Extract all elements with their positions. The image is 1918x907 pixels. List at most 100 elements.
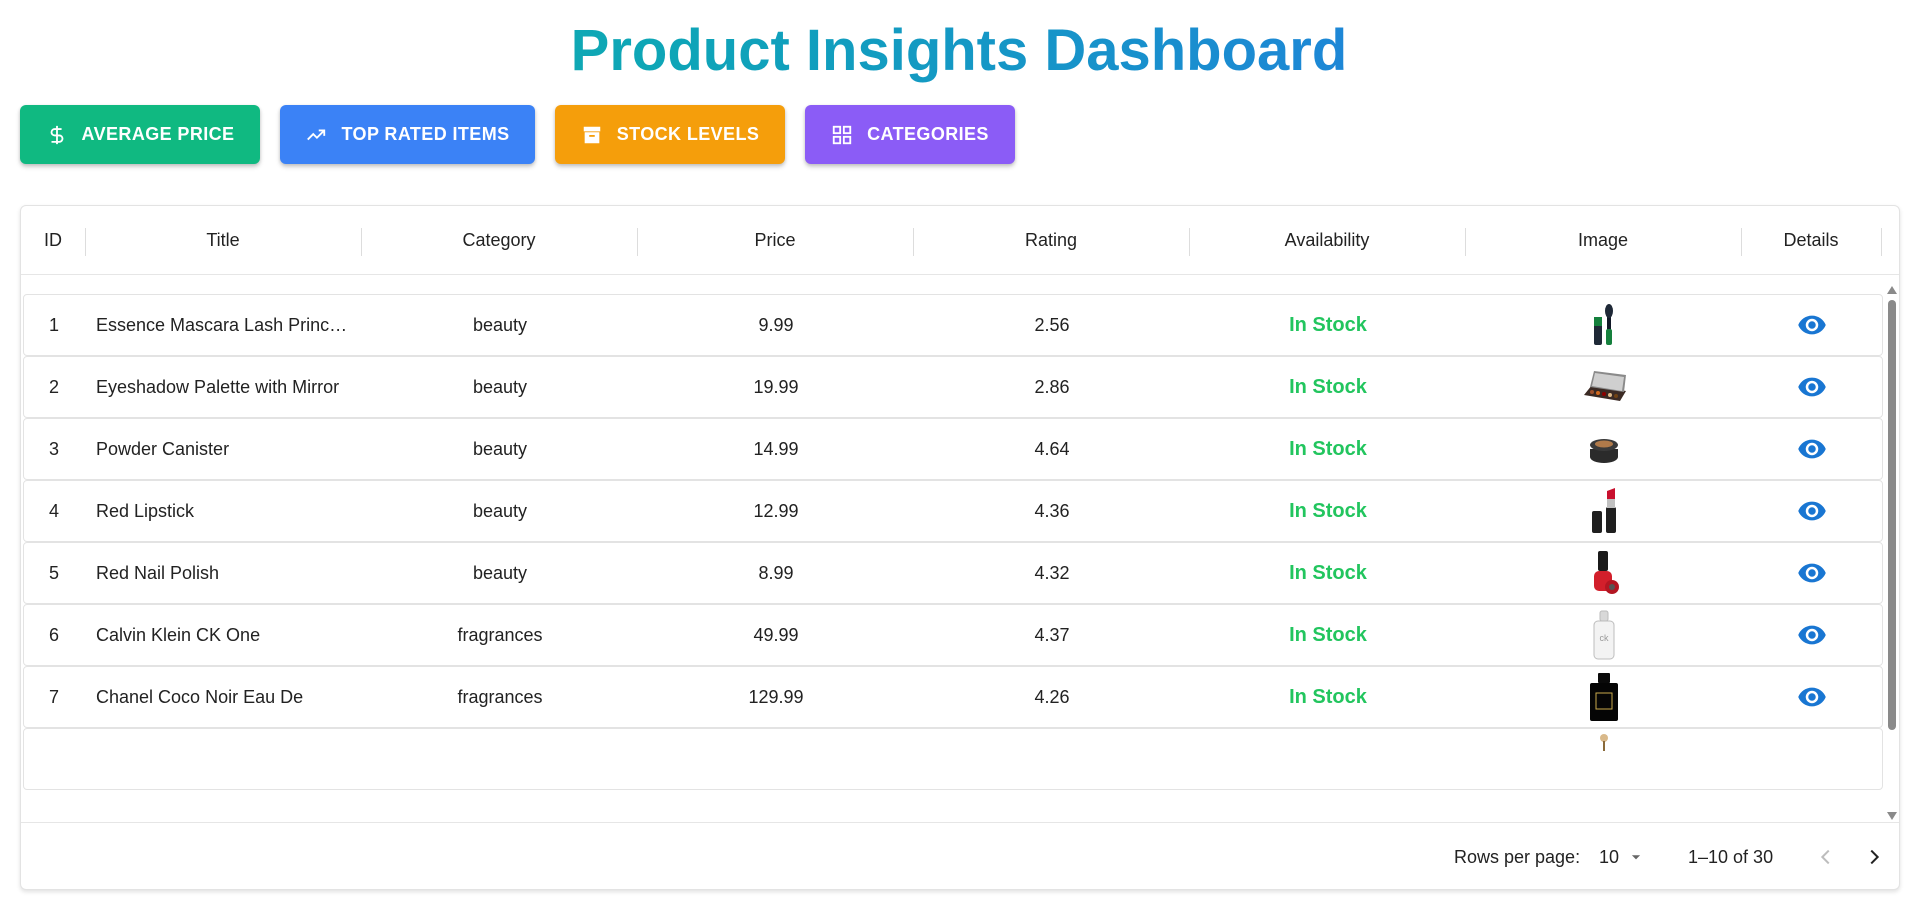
cell-title: Red Nail Polish [96, 562, 220, 583]
cell-price: 8.99 [758, 562, 794, 583]
view-details-eye-icon[interactable] [1797, 310, 1827, 340]
cell-id: 1 [48, 314, 59, 335]
table-row[interactable]: 2 Eyeshadow Palette with Mirror beauty 1… [23, 356, 1883, 418]
top-rated-items-button[interactable]: TOP RATED ITEMS [280, 105, 535, 164]
stock-levels-button[interactable]: STOCK LEVELS [555, 105, 785, 164]
grid-body[interactable]: 1 Essence Mascara Lash Princ… beauty 9.9… [21, 282, 1883, 812]
cell-details [1742, 667, 1882, 727]
categories-button[interactable]: CATEGORIES [805, 105, 1015, 164]
cell-id: 5 [48, 562, 59, 583]
cell-category: fragrances [457, 686, 543, 707]
cell-rating: 4.64 [1034, 438, 1070, 459]
cell-availability: In Stock [1289, 375, 1367, 398]
cell-rating: 4.36 [1034, 500, 1070, 521]
coco-noir-bottle-thumbnail [1590, 673, 1618, 721]
table-row[interactable] [23, 728, 1883, 790]
cell-title: Eyeshadow Palette with Mirror [96, 376, 340, 397]
table-row[interactable]: 5 Red Nail Polish beauty 8.99 4.32 In St… [23, 542, 1883, 604]
cell-details [1742, 481, 1882, 541]
products-data-grid: ID Title Category Price Rating Availabil… [20, 205, 1900, 890]
svg-text:ck: ck [1600, 633, 1610, 643]
cell-id: 3 [48, 438, 59, 459]
stock-levels-label: STOCK LEVELS [616, 124, 760, 144]
view-details-eye-icon[interactable] [1797, 496, 1827, 526]
cell-title: Red Lipstick [96, 500, 195, 521]
table-row[interactable]: 1 Essence Mascara Lash Princ… beauty 9.9… [23, 294, 1883, 356]
cell-title: Powder Canister [96, 438, 230, 459]
pagination-range: 1–10 of 30 [1688, 846, 1774, 867]
trending-up-icon [307, 129, 326, 140]
cell-category: beauty [472, 376, 528, 397]
cell-price: 49.99 [753, 624, 799, 645]
cell-image: ck [1466, 605, 1742, 665]
cell-details [1742, 357, 1882, 417]
cell-title: Calvin Klein CK One [96, 624, 261, 645]
dollar-icon [50, 125, 63, 144]
cell-availability: In Stock [1289, 561, 1367, 584]
cell-price: 9.99 [758, 314, 794, 335]
column-header-rating[interactable]: Rating [913, 206, 1189, 274]
grid-header: ID Title Category Price Rating Availabil… [21, 206, 1899, 275]
scrollbar-thumb[interactable] [1888, 300, 1896, 730]
view-details-eye-icon[interactable] [1797, 682, 1827, 712]
archive-icon [583, 126, 600, 143]
vertical-scrollbar[interactable] [1885, 282, 1899, 822]
table-row[interactable]: 4 Red Lipstick beauty 12.99 4.36 In Stoc… [23, 480, 1883, 542]
ck-one-bottle-thumbnail: ck [1593, 610, 1615, 660]
cell-category: fragrances [457, 624, 543, 645]
column-header-category[interactable]: Category [361, 206, 637, 274]
cell-category: beauty [472, 314, 528, 335]
column-header-price[interactable]: Price [637, 206, 913, 274]
powder-canister-thumbnail [1590, 439, 1618, 463]
cell-image [1466, 295, 1742, 355]
product-thumbnail-partial [1600, 734, 1608, 751]
cell-details [1742, 419, 1882, 479]
cell-category: beauty [472, 438, 528, 459]
cell-details [1742, 605, 1882, 665]
column-header-title[interactable]: Title [85, 206, 361, 274]
cell-rating: 2.56 [1034, 314, 1070, 335]
cell-title: Chanel Coco Noir Eau De [96, 686, 304, 707]
categories-label: CATEGORIES [867, 124, 989, 144]
lipstick-thumbnail [1592, 488, 1616, 533]
cell-price: 14.99 [753, 438, 799, 459]
cell-rating: 4.37 [1034, 624, 1070, 645]
cell-category: beauty [472, 500, 528, 521]
cell-price: 12.99 [753, 500, 799, 521]
top-rated-items-label: TOP RATED ITEMS [341, 124, 510, 144]
table-row[interactable]: 6 Calvin Klein CK One fragrances 49.99 4… [23, 604, 1883, 666]
average-price-button[interactable]: AVERAGE PRICE [20, 105, 260, 164]
column-header-id[interactable]: ID [21, 206, 85, 274]
grid-icon [832, 125, 852, 144]
chevron-left-icon [1820, 849, 1830, 865]
cell-image [1466, 357, 1742, 417]
cell-category: beauty [472, 562, 528, 583]
column-header-image[interactable]: Image [1465, 206, 1741, 274]
cell-rating: 4.26 [1034, 686, 1070, 707]
eyeshadow-palette-thumbnail [1584, 371, 1626, 401]
chevron-right-icon [1870, 849, 1880, 865]
view-details-eye-icon[interactable] [1797, 434, 1827, 464]
next-page-button[interactable] [1863, 823, 1885, 889]
cell-details [1742, 543, 1882, 603]
scroll-down-arrow-icon[interactable] [1887, 812, 1897, 820]
average-price-label: AVERAGE PRICE [81, 124, 235, 144]
rows-per-page-select[interactable]: 10 [1599, 823, 1643, 889]
previous-page-button[interactable] [1815, 823, 1837, 889]
cell-id: 2 [48, 376, 59, 397]
column-separator[interactable] [1881, 228, 1882, 256]
table-row[interactable]: 7 Chanel Coco Noir Eau De fragrances 129… [23, 666, 1883, 728]
view-details-eye-icon[interactable] [1797, 558, 1827, 588]
scroll-up-arrow-icon[interactable] [1887, 286, 1897, 294]
pagination-footer: Rows per page: 10 1–10 of 30 [21, 822, 1899, 889]
cell-availability: In Stock [1289, 499, 1367, 522]
cell-id: 6 [48, 624, 59, 645]
view-details-eye-icon[interactable] [1797, 620, 1827, 650]
cell-image [1466, 419, 1742, 479]
column-header-availability[interactable]: Availability [1189, 206, 1465, 274]
table-row[interactable]: 3 Powder Canister beauty 14.99 4.64 In S… [23, 418, 1883, 480]
column-header-details[interactable]: Details [1741, 206, 1881, 274]
cell-image [1466, 729, 1742, 793]
rows-per-page-label: Rows per page: [1454, 846, 1581, 867]
view-details-eye-icon[interactable] [1797, 372, 1827, 402]
